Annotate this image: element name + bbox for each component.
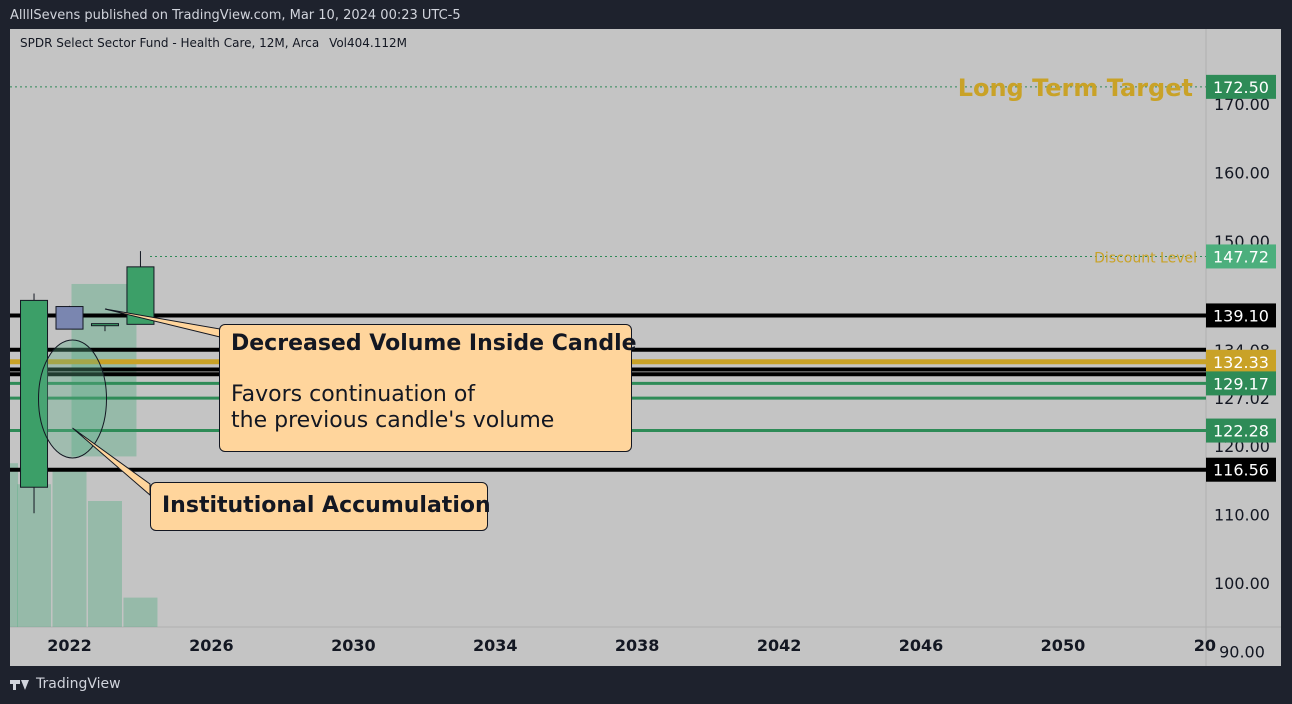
price-level-tag-label: 172.50 <box>1213 78 1269 97</box>
callout-decreased-volume-line1: Favors continuation of <box>231 382 476 407</box>
y-tick-label: 100.00 <box>1214 574 1270 593</box>
footer: TradingView <box>10 676 121 692</box>
price-level-tag-label: 122.28 <box>1213 422 1269 441</box>
chart-legend: SPDR Select Sector Fund - Health Care, 1… <box>20 36 407 50</box>
accumulation-ellipse <box>38 339 107 459</box>
candle-body[interactable] <box>55 306 84 330</box>
x-tick-label: 2026 <box>189 636 234 655</box>
price-level-tag-label: 139.10 <box>1213 306 1269 325</box>
tradingview-logo-icon <box>10 678 30 690</box>
callout-institutional-accumulation: Institutional Accumulation <box>150 482 491 531</box>
volume-bar <box>123 597 158 627</box>
x-tick-label: 2034 <box>473 636 518 655</box>
x-tick-label: 2030 <box>331 636 376 655</box>
long-term-target-label: Long Term Target <box>958 74 1193 102</box>
volume-value: 404.112M <box>347 36 407 50</box>
price-level-tag-label: 132.33 <box>1213 353 1269 372</box>
discount-level-label: Discount Level <box>1094 250 1197 266</box>
x-tick-label: 2050 <box>1041 636 1086 655</box>
footer-brand: TradingView <box>36 676 121 692</box>
volume-bar <box>87 501 122 627</box>
price-level-tag-label: 129.17 <box>1213 374 1269 393</box>
volume-bar <box>10 463 18 627</box>
volume-label: Vol <box>329 36 348 50</box>
callout-decreased-volume: Decreased Volume Inside Candle Favors co… <box>219 324 637 452</box>
x-tick-label: 2038 <box>615 636 660 655</box>
y-tick-label: 90.00 <box>1219 642 1265 661</box>
callout-institutional-text: Institutional Accumulation <box>162 493 491 518</box>
candle-body[interactable] <box>90 323 119 327</box>
callout-decreased-volume-line2: the previous candle's volume <box>231 408 555 433</box>
volume-bar <box>52 469 87 627</box>
chart-svg[interactable]: 170.00160.00150.00134.08127.02120.00110.… <box>10 29 1281 666</box>
publish-info: AllllSevens published on TradingView.com… <box>10 8 461 23</box>
symbol-line: SPDR Select Sector Fund - Health Care, 1… <box>20 36 320 50</box>
x-tick-label: 20 <box>1194 636 1216 655</box>
y-tick-label: 160.00 <box>1214 163 1270 182</box>
callout-decreased-volume-title: Decreased Volume Inside Candle <box>231 331 637 356</box>
x-tick-label: 2022 <box>47 636 92 655</box>
price-level-tag-label: 116.56 <box>1213 461 1269 480</box>
x-tick-label: 2046 <box>899 636 944 655</box>
chart-panel[interactable]: 170.00160.00150.00134.08127.02120.00110.… <box>10 29 1281 666</box>
price-level-tag-label: 147.72 <box>1213 247 1269 266</box>
y-tick-label: 110.00 <box>1214 506 1270 525</box>
x-tick-label: 2042 <box>757 636 802 655</box>
